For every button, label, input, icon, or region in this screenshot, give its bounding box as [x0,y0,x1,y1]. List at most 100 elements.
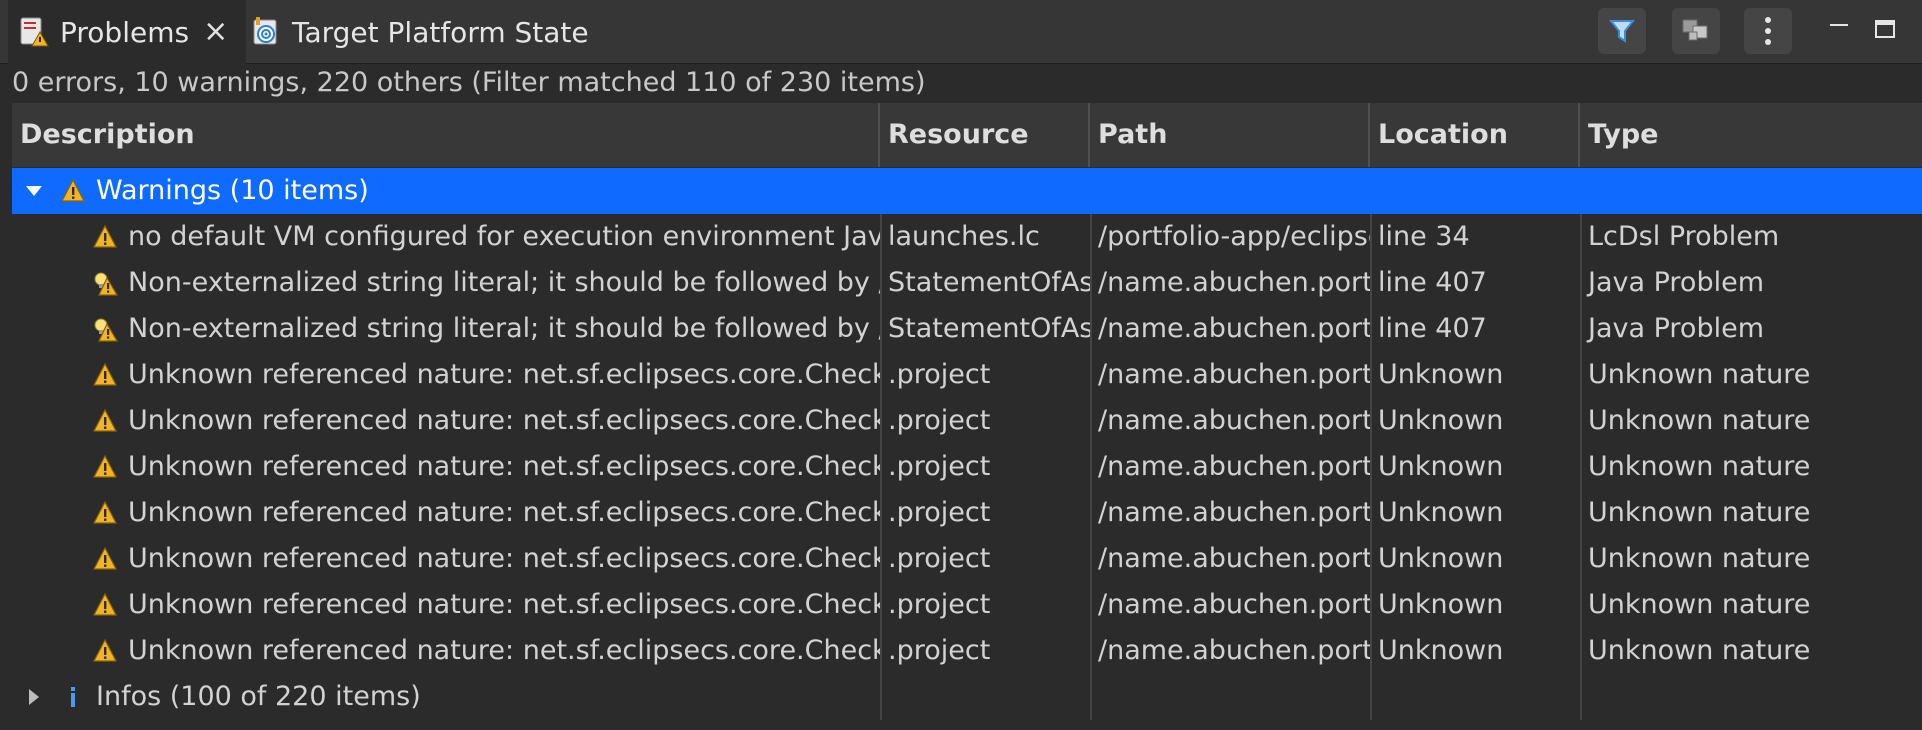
row-description: Unknown referenced nature: net.sf.eclips… [128,635,880,666]
minimize-button[interactable] [1824,14,1854,44]
row-location: Unknown [1378,589,1504,620]
cell-description: Unknown referenced nature: net.sf.eclips… [12,582,880,628]
warning-lightbulb-icon [94,318,118,342]
target-platform-icon [253,17,277,45]
group-by-icon [1682,19,1708,41]
row-description: Unknown referenced nature: net.sf.eclips… [128,405,880,436]
row-description: Unknown referenced nature: net.sf.eclips… [128,359,880,390]
maximize-icon [1875,20,1895,38]
row-resource: StatementOfAssets [888,313,1090,344]
cell-description: Unknown referenced nature: net.sf.eclips… [12,444,880,490]
row-description: Unknown referenced nature: net.sf.eclips… [128,497,880,528]
cell-description: Unknown referenced nature: net.sf.eclips… [12,398,880,444]
problems-icon [20,17,49,47]
cell-description: Unknown referenced nature: net.sf.eclips… [12,352,880,398]
table-row[interactable]: Unknown referenced nature: net.sf.eclips… [12,352,1922,398]
row-resource: launches.lc [888,221,1040,252]
column-header-location[interactable]: Location [1370,103,1580,167]
row-path: /name.abuchen.portfolio [1098,405,1370,436]
tab-target-platform-state[interactable]: Target Platform State [248,0,589,64]
table-row[interactable]: Unknown referenced nature: net.sf.eclips… [12,536,1922,582]
view-menu-icon [1765,17,1771,45]
row-location: Unknown [1378,543,1504,574]
row-description: no default VM configured for execution e… [128,221,880,252]
row-type: Unknown nature [1588,635,1811,666]
info-icon [71,687,75,707]
problems-summary: 0 errors, 10 warnings, 220 others (Filte… [12,67,926,98]
cell-description: Non-externalized string literal; it shou… [12,260,880,306]
tab-problems[interactable]: Problems × [8,0,246,64]
table-row[interactable]: Unknown referenced nature: net.sf.eclips… [12,398,1922,444]
filter-icon [1608,20,1636,43]
row-resource: .project [888,543,991,574]
table-header: Description Resource Path Location Type [12,103,1922,167]
row-resource: .project [888,589,991,620]
warning-icon [93,592,117,616]
row-type: Java Problem [1588,313,1765,344]
collapse-arrow-icon[interactable] [18,674,50,720]
row-location: Unknown [1378,359,1504,390]
row-path: /name.abuchen.portfolio [1098,313,1370,344]
warning-lightbulb-icon [94,272,118,296]
row-description: Non-externalized string literal; it shou… [128,313,880,344]
row-resource: .project [888,405,991,436]
column-header-type[interactable]: Type [1580,103,1922,167]
tab-problems-label: Problems [60,15,190,49]
row-description: Non-externalized string literal; it shou… [128,267,880,298]
row-type: Unknown nature [1588,451,1811,482]
table-row[interactable]: Unknown referenced nature: net.sf.eclips… [12,628,1922,674]
row-path: /name.abuchen.portfolio [1098,497,1370,528]
close-icon[interactable]: × [203,17,228,47]
row-resource: .project [888,451,991,482]
minimize-icon [1830,24,1848,26]
table-row[interactable]: Non-externalized string literal; it shou… [12,306,1922,352]
cell-description: Non-externalized string literal; it shou… [12,306,880,352]
row-location: line 34 [1378,221,1470,252]
filter-button[interactable] [1598,8,1646,54]
table-row[interactable]: Unknown referenced nature: net.sf.eclips… [12,490,1922,536]
problems-tree-table: Warnings (10 items) no default VM config… [12,168,1922,730]
row-location: Unknown [1378,635,1504,666]
table-row[interactable]: Unknown referenced nature: net.sf.eclips… [12,582,1922,628]
group-by-button[interactable] [1672,8,1720,54]
tree-row-infos-group[interactable]: Infos (100 of 220 items) [12,674,1922,720]
expand-arrow-icon[interactable] [18,168,50,214]
row-path: /name.abuchen.portfolio [1098,451,1370,482]
table-row[interactable]: Unknown referenced nature: net.sf.eclips… [12,444,1922,490]
row-path: /name.abuchen.portfolio [1098,543,1370,574]
view-menu-button[interactable] [1744,8,1792,54]
row-type: Unknown nature [1588,543,1811,574]
tree-row-warnings-group[interactable]: Warnings (10 items) [12,168,1922,214]
row-location: Unknown [1378,497,1504,528]
maximize-button[interactable] [1870,14,1900,44]
column-header-description[interactable]: Description [12,103,880,167]
row-path: /name.abuchen.portfolio [1098,267,1370,298]
row-path: /name.abuchen.portfolio [1098,635,1370,666]
table-row[interactable]: Non-externalized string literal; it shou… [12,260,1922,306]
column-header-path[interactable]: Path [1090,103,1370,167]
row-type: Unknown nature [1588,405,1811,436]
row-location: Unknown [1378,405,1504,436]
row-type: Unknown nature [1588,589,1811,620]
warning-icon [93,638,117,662]
column-header-resource[interactable]: Resource [880,103,1090,167]
cell-description: no default VM configured for execution e… [12,214,880,260]
table-row[interactable]: no default VM configured for execution e… [12,214,1922,260]
cell-description: Unknown referenced nature: net.sf.eclips… [12,628,880,674]
warning-icon [93,408,117,432]
row-resource: StatementOfAssets [888,267,1090,298]
row-description: Unknown referenced nature: net.sf.eclips… [128,451,880,482]
view-tab-bar: Problems × Target Platform State [0,0,1922,64]
row-path: /portfolio-app/eclipse [1098,221,1370,252]
warning-icon [93,500,117,524]
row-location: Unknown [1378,451,1504,482]
row-path: /name.abuchen.portfolio [1098,589,1370,620]
infos-group-label: Infos (100 of 220 items) [96,681,421,712]
row-description: Unknown referenced nature: net.sf.eclips… [128,543,880,574]
row-resource: .project [888,635,991,666]
row-description: Unknown referenced nature: net.sf.eclips… [128,589,880,620]
cell-description: Unknown referenced nature: net.sf.eclips… [12,490,880,536]
tab-target-platform-label: Target Platform State [292,15,589,49]
warnings-group-label: Warnings (10 items) [96,175,369,206]
warning-icon [93,224,117,248]
